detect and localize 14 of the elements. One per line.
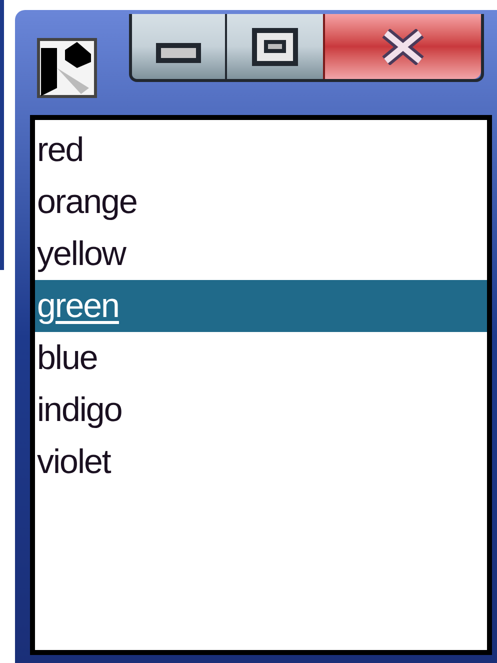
minimize-icon bbox=[156, 42, 201, 62]
maximize-button[interactable] bbox=[227, 14, 323, 79]
list-item[interactable]: blue bbox=[35, 332, 487, 384]
list-item[interactable]: yellow bbox=[35, 228, 487, 280]
list-item[interactable]: red bbox=[35, 124, 487, 176]
maximize-icon bbox=[252, 28, 298, 66]
close-icon bbox=[382, 28, 424, 64]
close-button[interactable] bbox=[323, 14, 481, 79]
minimize-button[interactable] bbox=[132, 14, 227, 79]
list-item[interactable]: orange bbox=[35, 176, 487, 228]
list-item[interactable]: indigo bbox=[35, 384, 487, 436]
list-item[interactable]: green bbox=[35, 280, 487, 332]
app-icon bbox=[37, 38, 97, 98]
list-item[interactable]: violet bbox=[35, 436, 487, 488]
